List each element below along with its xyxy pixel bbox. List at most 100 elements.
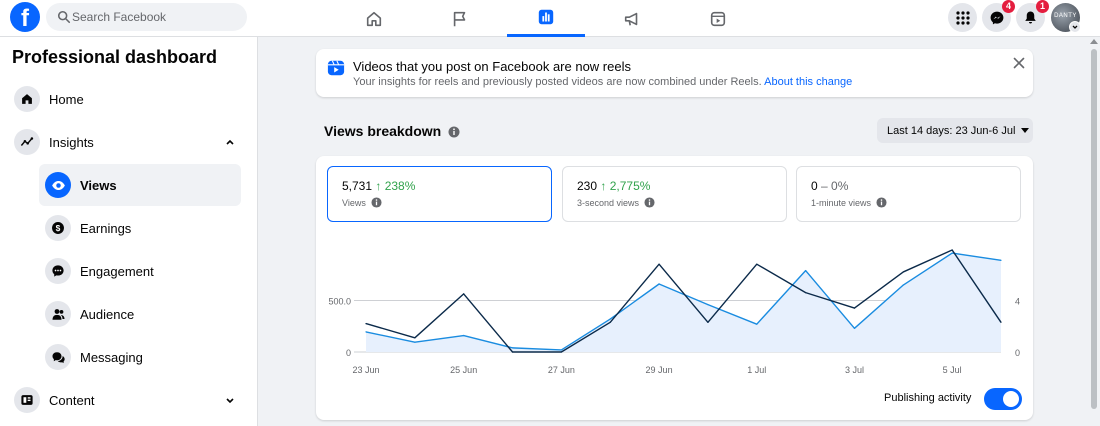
dollar-icon: $ xyxy=(45,215,71,241)
account-chevron-down-icon[interactable] xyxy=(1069,21,1081,33)
x-axis-tick-label: 5 Jul xyxy=(943,365,962,375)
publishing-activity-data-point xyxy=(902,271,904,273)
reels-icon xyxy=(710,11,726,26)
scrollbar-thumb[interactable] xyxy=(1091,49,1097,409)
views-data-point xyxy=(1000,259,1002,261)
x-axis-tick-label: 29 Jun xyxy=(646,365,673,375)
publishing-activity-data-point xyxy=(511,351,514,353)
close-icon[interactable] xyxy=(1011,55,1027,71)
messenger-button[interactable]: 4 xyxy=(982,0,1015,32)
eye-icon xyxy=(45,172,71,198)
about-this-change-link[interactable]: About this change xyxy=(764,76,852,88)
nav-ads-tab[interactable] xyxy=(593,0,671,37)
home-icon xyxy=(366,11,382,26)
sidebar-item-home[interactable]: Home xyxy=(8,78,242,120)
publishing-activity-data-point xyxy=(463,293,465,295)
sidebar-item-engagement[interactable]: Engagement xyxy=(39,250,241,292)
chevron-down-icon[interactable] xyxy=(224,394,236,406)
views-data-point xyxy=(414,341,416,343)
publishing-activity-data-point xyxy=(707,321,709,323)
views-line-chart[interactable]: 0 500.0 0 4 23 Jun 25 Jun 27 Jun 29 Jun 1 Jul 3 J… xyxy=(316,156,1033,386)
nav-reels-tab[interactable] xyxy=(679,0,757,37)
publishing-activity-toggle[interactable] xyxy=(984,388,1022,410)
menu-button[interactable] xyxy=(948,3,977,32)
facebook-logo-icon[interactable]: f xyxy=(10,2,40,32)
content-icon xyxy=(14,387,40,413)
date-range-label: Last 14 days: 23 Jun-6 Jul xyxy=(887,124,1016,137)
sidebar-item-audience[interactable]: Audience xyxy=(39,293,241,335)
toggle-knob xyxy=(1003,391,1019,407)
views-data-point xyxy=(951,252,953,254)
home-icon xyxy=(14,86,40,112)
x-axis-tick-label: 23 Jun xyxy=(352,365,379,375)
sidebar-item-label: Engagement xyxy=(80,263,154,279)
sidebar-item-label: Audience xyxy=(80,306,135,322)
sidebar-item-label: Content xyxy=(49,392,95,408)
bar-chart-icon xyxy=(538,9,554,25)
views-data-point xyxy=(707,304,709,306)
publishing-activity-data-point xyxy=(853,307,856,309)
info-icon[interactable] xyxy=(448,126,460,138)
x-axis-tick-label: 27 Jun xyxy=(548,365,575,375)
reels-icon xyxy=(327,60,345,76)
scroll-up-arrow-icon[interactable] xyxy=(1090,39,1098,44)
left-axis-tick: 0 xyxy=(346,348,351,358)
publishing-activity-data-point xyxy=(560,351,562,353)
notifications-badge: 1 xyxy=(1036,0,1049,13)
notice-body-text: Your insights for reels and previously p… xyxy=(353,76,762,88)
search-input[interactable] xyxy=(72,3,242,31)
views-data-point xyxy=(853,327,856,329)
nav-home-tab[interactable] xyxy=(335,0,413,37)
views-data-point xyxy=(560,349,562,351)
megaphone-icon xyxy=(624,12,638,25)
date-range-dropdown[interactable]: Last 14 days: 23 Jun-6 Jul xyxy=(877,118,1033,143)
publishing-activity-data-point xyxy=(609,321,611,323)
avatar-text: DANTY xyxy=(1054,13,1077,19)
sidebar-item-label: Home xyxy=(49,91,84,107)
x-axis-tick-label: 1 Jul xyxy=(747,365,766,375)
search-icon xyxy=(57,10,71,24)
publishing-activity-data-point xyxy=(951,249,953,251)
messenger-badge: 4 xyxy=(1002,0,1015,13)
sidebar-item-earnings[interactable]: $ Earnings xyxy=(39,207,241,249)
right-axis-tick: 0 xyxy=(1015,348,1020,358)
views-data-point xyxy=(658,283,660,285)
views-data-point xyxy=(511,347,514,349)
notifications-button[interactable]: 1 xyxy=(1016,0,1049,32)
chevron-up-icon[interactable] xyxy=(224,136,236,148)
svg-text:$: $ xyxy=(56,223,61,233)
views-data-point xyxy=(463,334,465,337)
publishing-activity-data-point xyxy=(658,263,660,265)
sidebar-item-label: Views xyxy=(80,177,117,193)
sidebar-item-messaging[interactable]: Messaging xyxy=(39,336,241,378)
page-title: Professional dashboard xyxy=(12,47,218,67)
messenger-icon xyxy=(990,11,1003,24)
nav-pages-tab[interactable] xyxy=(421,0,499,37)
views-area xyxy=(366,253,1001,352)
reels-notice-banner: Videos that you post on Facebook are now… xyxy=(316,49,1033,97)
chat-bubble-icon xyxy=(45,258,71,284)
publishing-activity-data-point xyxy=(756,263,758,265)
views-breakdown-heading: Views breakdown xyxy=(324,123,442,139)
sidebar-item-label: Insights xyxy=(49,134,94,150)
sidebar-item-label: Messaging xyxy=(80,349,143,365)
top-navigation-bar: f 4 1 DANTY xyxy=(0,0,1100,37)
publishing-activity-label: Publishing activity xyxy=(884,392,972,404)
bell-icon xyxy=(1025,11,1036,24)
views-data-point xyxy=(902,284,904,286)
sidebar-item-insights[interactable]: Insights xyxy=(8,121,242,163)
x-axis-tick-label: 25 Jun xyxy=(450,365,477,375)
nav-dashboard-tab[interactable] xyxy=(507,0,585,37)
page-scrollbar[interactable] xyxy=(1087,37,1100,426)
people-icon xyxy=(45,301,71,327)
publishing-activity-data-point xyxy=(805,292,807,294)
sidebar-item-content[interactable]: Content xyxy=(8,379,242,421)
flag-icon xyxy=(453,11,466,26)
messages-icon xyxy=(45,344,71,370)
notice-title: Videos that you post on Facebook are now… xyxy=(353,59,631,74)
search-box[interactable] xyxy=(46,3,247,31)
sidebar: Professional dashboard Home Insights Vie… xyxy=(0,37,258,426)
left-axis-tick: 500.0 xyxy=(328,296,351,306)
sidebar-item-views[interactable]: Views xyxy=(39,164,241,206)
publishing-activity-data-point xyxy=(414,337,416,339)
